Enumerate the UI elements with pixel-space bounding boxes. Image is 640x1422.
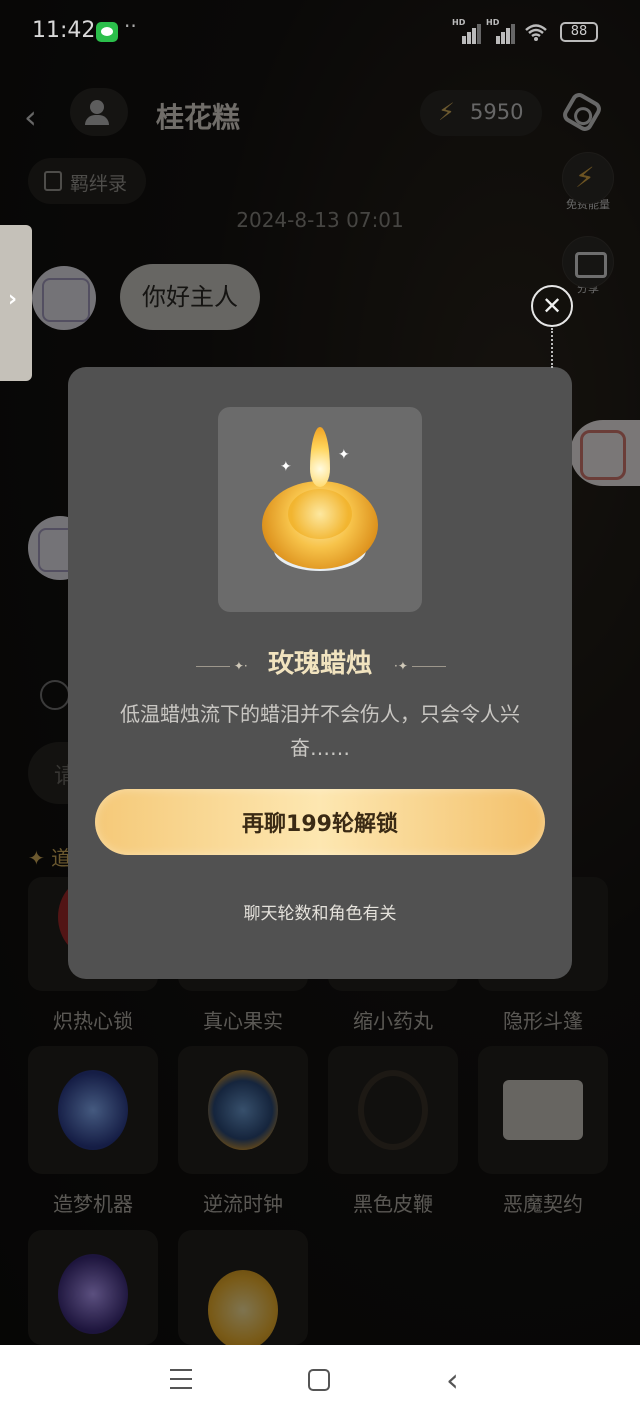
signal-icon: HD: [452, 18, 481, 44]
close-icon[interactable]: ✕: [531, 285, 573, 327]
wechat-icon: [96, 22, 118, 42]
side-drawer-tab[interactable]: ›: [0, 225, 32, 381]
wifi-icon: [525, 24, 547, 41]
dotted-connector: [551, 328, 553, 368]
app-screen: 11:42 ·· HD HD 88 ‹ 桂花糕 ⚡ 5950 羁绊录: [0, 0, 640, 1345]
modal-description: 低温蜡烛流下的蜡泪并不会伤人，只会令人兴奋……: [120, 702, 520, 760]
signal-icon-2: HD: [486, 18, 515, 44]
notification-dots: ··: [124, 14, 137, 38]
modal-title: 玫瑰蜡烛: [267, 649, 372, 679]
home-icon[interactable]: [308, 1369, 330, 1391]
rose-candle-image: ✦ ✦: [218, 407, 422, 612]
system-nav-bar: ‹: [0, 1345, 640, 1422]
unlock-button-label: 再聊199轮解锁: [242, 812, 398, 837]
menu-icon[interactable]: [170, 1369, 192, 1389]
unlock-button[interactable]: 再聊199轮解锁: [95, 789, 545, 855]
modal-hint: 聊天轮数和角色有关: [243, 904, 397, 924]
battery-indicator: 88: [560, 22, 598, 42]
chevron-right-icon: ›: [8, 287, 18, 312]
back-icon[interactable]: ‹: [446, 1361, 459, 1399]
status-bar: 11:42 ·· HD HD 88: [0, 0, 640, 64]
sparkle-decoration-right: ·✦: [394, 659, 446, 673]
status-time: 11:42: [32, 18, 96, 43]
unlock-modal: ✦ ✦ ✦· 玫瑰蜡烛 ·✦ 低温蜡烛流下的蜡泪并不会伤人，只会令人兴奋…… 再…: [68, 367, 572, 979]
